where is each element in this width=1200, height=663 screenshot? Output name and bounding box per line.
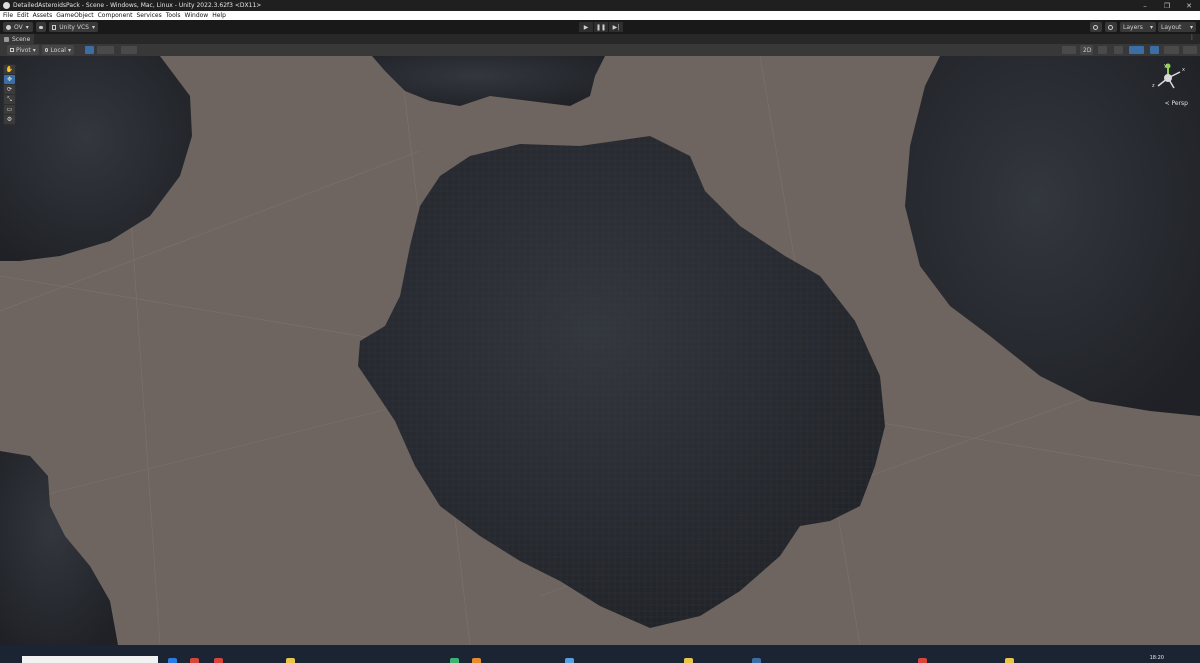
gizmo-x-label: x [1182,67,1185,73]
asteroid-top-left [0,56,192,261]
chevron-down-icon: ▾ [91,23,95,31]
search-button[interactable] [1105,22,1117,32]
title-bar: DetailedAsteroidsPack - Scene - Windows,… [0,0,1200,11]
taskbar-app-icon[interactable] [286,658,295,663]
taskbar-app-icon[interactable] [450,658,459,663]
hidden-objects-icon[interactable] [1150,46,1159,54]
chevron-down-icon: ▾ [25,23,29,31]
unity-logo-icon [3,2,10,9]
history-icon [1093,24,1098,30]
taskbar-app-icon[interactable] [918,658,927,663]
menu-services[interactable]: Services [136,12,161,19]
scene-toolbar: Scene Pivot ▾ Local ▾ 2D [0,44,1200,56]
taskbar-search-input[interactable] [22,656,158,663]
taskbar-app-icon[interactable] [684,658,693,663]
layers-label: Layers [1123,23,1143,31]
minimize-button[interactable]: – [1134,0,1156,11]
maximize-button[interactable]: ❐ [1156,0,1178,11]
pivot-icon [10,48,14,52]
tab-scene-label: Scene [12,35,31,43]
menu-help[interactable]: Help [212,12,226,19]
menu-assets[interactable]: Assets [33,12,53,19]
lighting-icon[interactable] [1098,46,1107,54]
account-label: OV [14,23,23,31]
playmode-controls: ▶ ❚❚ ▶| [579,22,624,32]
rotate-tool-icon[interactable]: ⟳ [4,85,15,94]
account-dropdown[interactable]: OV ▾ [3,22,33,32]
undo-history-button[interactable] [1090,22,1102,32]
vcs-dropdown[interactable]: Unity VCS ▾ [49,22,98,32]
window-title: DetailedAsteroidsPack - Scene - Windows,… [13,2,262,9]
grid-snap-icon[interactable] [85,46,94,54]
account-icon [6,24,11,30]
scene-render [0,56,1200,645]
asteroid-right [905,56,1200,416]
projection-toggle[interactable]: < Persp [1165,100,1188,107]
local-dropdown[interactable]: Local ▾ [42,45,74,55]
os-taskbar: 18:20 [0,645,1200,663]
search-icon [1108,24,1113,30]
menu-gameobject[interactable]: GameObject [56,12,93,19]
close-button[interactable]: ✕ [1178,0,1200,11]
effects-icon[interactable] [1129,46,1144,54]
rect-tool-icon[interactable]: ▭ [4,105,15,114]
pivot-text: Pivot [16,46,31,54]
menu-bar: File Edit Assets GameObject Component Se… [0,11,1200,20]
pause-button[interactable]: ❚❚ [594,22,608,32]
step-button[interactable]: ▶| [609,22,623,32]
gizmo-y-label: y [1164,63,1167,69]
scene-viewport[interactable]: ✋ ✥ ⟳ ⤡ ▭ ⚙ y x z < Persp [0,56,1200,645]
asteroid-top-center [372,56,605,106]
tab-bar: Scene ⋮ [0,34,1200,44]
audio-icon[interactable] [1114,46,1123,54]
pivot-dropdown[interactable]: Scene Pivot ▾ [7,45,39,55]
system-clock[interactable]: 18:20 [1150,655,1164,661]
local-icon [45,48,49,52]
taskbar-app-icon[interactable] [752,658,761,663]
increment-snap-icon[interactable] [121,46,137,54]
scale-tool-icon[interactable]: ⤡ [4,95,15,104]
local-text: Local [50,46,66,54]
layout-label: Layout [1161,23,1182,31]
menu-window[interactable]: Window [185,12,209,19]
move-tool-icon[interactable]: ✥ [4,75,15,84]
gizmos-icon[interactable] [1183,46,1197,54]
transform-tool-icon[interactable]: ⚙ [4,115,15,124]
hand-tool-icon[interactable]: ✋ [4,65,15,74]
toggle-2d-button[interactable]: 2D [1080,45,1093,55]
tool-rail: ✋ ✥ ⟳ ⤡ ▭ ⚙ [3,64,16,126]
scene-icon [4,36,9,42]
menu-edit[interactable]: Edit [17,12,29,19]
vcs-icon [52,24,57,30]
menu-tools[interactable]: Tools [166,12,181,19]
gizmo-z-label: z [1152,83,1155,89]
menu-component[interactable]: Component [98,12,133,19]
chevron-down-icon: ▾ [1149,23,1153,31]
menu-file[interactable]: File [3,12,13,19]
taskbar-app-icon[interactable] [190,658,199,663]
tab-menu-button[interactable]: ⋮ [1189,34,1195,41]
chevron-down-icon: ▾ [1189,23,1193,31]
chevron-down-icon: ▾ [67,46,71,54]
taskbar-app-icon[interactable] [214,658,223,663]
chevron-down-icon: ▾ [32,46,36,54]
taskbar-app-icon[interactable] [168,658,177,663]
taskbar-app-icon[interactable] [565,658,574,663]
layout-dropdown[interactable]: Layout ▾ [1158,22,1196,32]
asteroid-bottom-left [0,451,118,645]
grid-plane-icon[interactable] [105,46,114,54]
draw-mode-icon[interactable] [1062,46,1076,54]
cloud-button[interactable] [36,22,46,32]
window-controls: – ❐ ✕ [1134,0,1200,11]
taskbar-app-icon[interactable] [1005,658,1014,663]
camera-settings-icon[interactable] [1164,46,1179,54]
two-d-label: 2D [1083,46,1092,54]
play-button[interactable]: ▶ [579,22,593,32]
taskbar-app-icon[interactable] [472,658,481,663]
layers-dropdown[interactable]: Layers ▾ [1120,22,1156,32]
cloud-icon [39,25,43,29]
tab-scene[interactable]: Scene [0,34,35,44]
main-toolbar: OV ▾ Unity VCS ▾ ▶ ❚❚ ▶| Layers ▾ Layout… [0,20,1200,34]
vcs-label: Unity VCS [59,23,89,31]
